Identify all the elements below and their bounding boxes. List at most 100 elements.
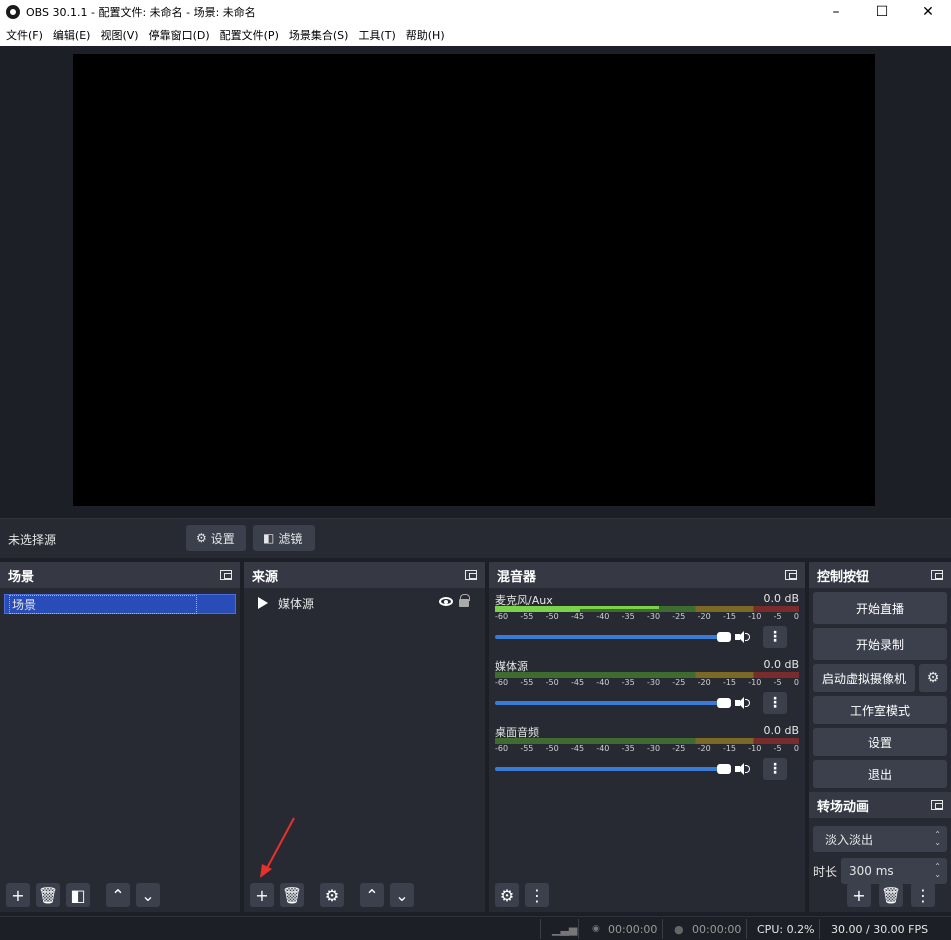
source-settings-button[interactable]: ⚙ 设置 [186, 525, 246, 551]
minimize-button[interactable]: – [813, 0, 859, 24]
start-recording-button[interactable]: 开始录制 [813, 628, 947, 660]
volume-slider-handle[interactable] [717, 764, 731, 774]
exit-button[interactable]: 退出 [813, 760, 947, 788]
maximize-button[interactable]: ☐ [859, 0, 905, 24]
add-scene-button[interactable]: + [6, 883, 30, 907]
advanced-audio-button[interactable]: ⚙ [495, 883, 519, 907]
scenes-title: 场景 [8, 569, 35, 585]
spinner-chevron-icon[interactable]: ⌃ ⌄ [934, 863, 941, 879]
source-name: 媒体源 [278, 596, 315, 611]
audio-meter [495, 672, 799, 678]
menu-edit[interactable]: 编辑(E) [50, 27, 98, 43]
lock-icon[interactable] [459, 594, 470, 607]
channel-level: 0.0 dB [763, 592, 799, 605]
source-toolbar: 未选择源 ⚙ 设置 ◧ 滤镜 [0, 518, 951, 558]
undock-icon[interactable] [220, 570, 232, 580]
menu-profile[interactable]: 配置文件(P) [217, 27, 286, 43]
annotation-arrow [260, 817, 295, 878]
status-bar: ▁▃▅ ◉ 00:00:00 ● 00:00:00 CPU: 0.2% 30.0… [0, 916, 951, 940]
controls-dock: 控制按钮 开始直播 开始录制 启动虚拟摄像机 ⚙ 工作室模式 设置 退出 [809, 562, 951, 794]
menu-bar: 文件(F) 编辑(E) 视图(V) 停靠窗口(D) 配置文件(P) 场景集合(S… [0, 24, 951, 46]
mixer-footer: ⚙ ⋮ [489, 878, 805, 912]
remove-source-button[interactable]: 🗑 [280, 883, 304, 907]
channel-menu-button[interactable]: ⋮ [763, 692, 787, 714]
scene-filters-button[interactable]: ◧ [66, 883, 90, 907]
transition-menu-button[interactable]: ⋮ [911, 883, 935, 907]
undock-icon[interactable] [931, 800, 943, 810]
no-source-selected-label: 未选择源 [8, 533, 57, 547]
scenes-footer: + 🗑 ◧ ⌃ ⌄ [0, 878, 240, 912]
undock-icon[interactable] [465, 570, 477, 580]
undock-icon[interactable] [785, 570, 797, 580]
source-list-item[interactable]: 媒体源 [244, 590, 485, 616]
mixer-dock: 混音器 麦克风/Aux 0.0 dB -60 -55 -50 -45 -40 -35 -30… [489, 562, 805, 912]
scenes-dock: 场景 场景 + 🗑 ◧ ⌃ ⌄ [0, 562, 240, 912]
channel-menu-button[interactable]: ⋮ [763, 758, 787, 780]
move-source-up-button[interactable]: ⌃ [360, 883, 384, 907]
transitions-footer: + 🗑 ⋮ [809, 878, 951, 912]
volume-slider-handle[interactable] [717, 698, 731, 708]
meter-scale: -60 -55 -50 -45 -40 -35 -30 -25 -20 -15 -10 -5 0 [495, 612, 799, 621]
move-scene-up-button[interactable]: ⌃ [106, 883, 130, 907]
title-bar: OBS 30.1.1 - 配置文件: 未命名 - 场景: 未命名 – ☐ ✕ [0, 0, 951, 24]
menu-file[interactable]: 文件(F) [3, 27, 50, 43]
virtual-camera-settings-gear-icon[interactable]: ⚙ [919, 664, 947, 692]
window-title: OBS 30.1.1 - 配置文件: 未命名 - 场景: 未命名 [26, 6, 256, 19]
speaker-icon[interactable] [735, 762, 751, 776]
visibility-eye-icon[interactable] [439, 597, 453, 606]
start-virtual-camera-button[interactable]: 启动虚拟摄像机 [813, 664, 915, 692]
preview-canvas[interactable] [73, 54, 875, 506]
sources-title: 来源 [252, 569, 279, 585]
scene-list-item[interactable]: 场景 [4, 594, 236, 614]
remove-transition-button[interactable]: 🗑 [879, 883, 903, 907]
source-properties-button[interactable]: ⚙ [320, 883, 344, 907]
volume-slider[interactable] [495, 632, 731, 642]
record-status-icon: ● [674, 923, 684, 936]
start-streaming-button[interactable]: 开始直播 [813, 592, 947, 624]
scene-name: 场景 [9, 594, 198, 614]
stream-status-icon: ◉ [592, 924, 600, 934]
audio-meter [495, 606, 799, 612]
sources-footer: + 🗑 ⚙ ⌃ ⌄ [244, 878, 485, 912]
transitions-dock: 转场动画 淡入淡出 ⌃ ⌄ 时长 300 ms ⌃ ⌄ + 🗑 ⋮ [809, 792, 951, 912]
move-source-down-button[interactable]: ⌄ [390, 883, 414, 907]
volume-slider[interactable] [495, 698, 731, 708]
close-button[interactable]: ✕ [905, 0, 951, 24]
source-filters-label: 滤镜 [278, 531, 303, 546]
speaker-icon[interactable] [735, 696, 751, 710]
move-scene-down-button[interactable]: ⌄ [136, 883, 160, 907]
channel-level: 0.0 dB [763, 658, 799, 671]
mixer-channel-mic: 麦克风/Aux 0.0 dB -60 -55 -50 -45 -40 -35 -30 -25-… [489, 588, 805, 654]
menu-view[interactable]: 视图(V) [97, 27, 145, 43]
mixer-header: 混音器 [489, 562, 805, 588]
channel-menu-button[interactable]: ⋮ [763, 626, 787, 648]
source-filters-button[interactable]: ◧ 滤镜 [253, 525, 315, 551]
speaker-icon[interactable] [735, 630, 751, 644]
menu-scene-collection[interactable]: 场景集合(S) [286, 27, 356, 43]
add-source-button[interactable]: + [250, 883, 274, 907]
duration-value: 300 ms [849, 864, 894, 878]
transitions-header: 转场动画 [809, 792, 951, 818]
volume-slider[interactable] [495, 764, 731, 774]
menu-tools[interactable]: 工具(T) [355, 27, 402, 43]
channel-level: 0.0 dB [763, 724, 799, 737]
mixer-menu-button[interactable]: ⋮ [525, 883, 549, 907]
meter-scale: -60 -55 -50 -45 -40 -35 -30 -25 -20 -15 -10 -5 0 [495, 744, 799, 753]
window-controls: – ☐ ✕ [813, 0, 951, 24]
studio-mode-button[interactable]: 工作室模式 [813, 696, 947, 724]
filter-icon: ◧ [263, 531, 275, 545]
volume-slider-handle[interactable] [717, 632, 731, 642]
gear-icon: ⚙ [196, 531, 207, 545]
obs-logo-icon [6, 5, 20, 19]
menu-docks[interactable]: 停靠窗口(D) [146, 27, 217, 43]
cpu-usage: CPU: 0.2% [757, 923, 815, 936]
undock-icon[interactable] [931, 570, 943, 580]
add-transition-button[interactable]: + [847, 883, 871, 907]
settings-button[interactable]: 设置 [813, 728, 947, 756]
source-settings-label: 设置 [210, 531, 235, 546]
transition-select[interactable]: 淡入淡出 ⌃ ⌄ [813, 826, 947, 852]
fps-readout: 30.00 / 30.00 FPS [831, 923, 929, 936]
remove-scene-button[interactable]: 🗑 [36, 883, 60, 907]
menu-help[interactable]: 帮助(H) [403, 27, 452, 43]
sources-header: 来源 [244, 562, 485, 588]
